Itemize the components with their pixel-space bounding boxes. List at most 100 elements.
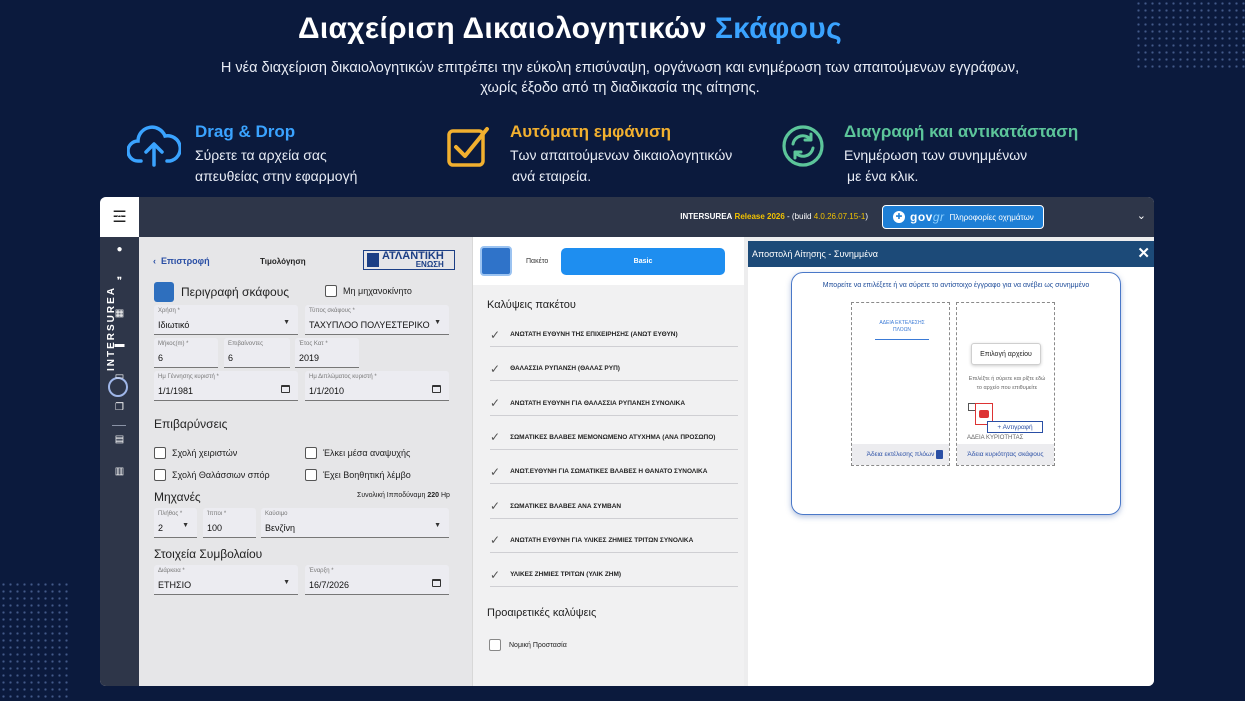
- top-bar: ☰ INTERSUREA Release 2026 - (build 4.0.2…: [100, 197, 1154, 237]
- field-label: Καύσιμο: [265, 511, 288, 517]
- non-motor-checkbox[interactable]: Μη μηχανοκίνητο: [325, 285, 412, 297]
- field-label: Ίπποι *: [207, 511, 227, 517]
- grid-icon[interactable]: ▦: [100, 308, 139, 319]
- length-field[interactable]: Μήκος(m) * 6: [154, 338, 218, 368]
- checkbox[interactable]: [305, 447, 317, 459]
- section-surcharges: Επιβαρύνσεις: [154, 417, 228, 431]
- coverage-label: ΑΝΩΤΑΤΗ ΕΥΘΥΝΗ ΓΙΑ ΘΑΛΑΣΣΙΑ ΡΥΠΑΝΣΗ ΣΥΝΟ…: [510, 399, 686, 407]
- feature-text: Σύρετε τα αρχεία σας: [195, 147, 327, 163]
- checkbox[interactable]: [489, 639, 501, 651]
- insurer-logo-mark: [367, 253, 379, 267]
- check-icon: ✓: [490, 567, 501, 582]
- tab-pricing[interactable]: Τιμολόγηση: [260, 257, 306, 266]
- document-card-sailing-license[interactable]: ΑΔΕΙΑ ΕΚΤΕΛΕΣΗΣ ΠΛΟΩΝ Άδεια εκτέλεσης πλ…: [851, 302, 950, 466]
- gov-vehicle-info-button[interactable]: ✚ govgr Πληροφορίες οχημάτων: [882, 205, 1044, 229]
- field-label: Επιβαίνοντες: [228, 341, 264, 347]
- delete-icon[interactable]: [936, 450, 943, 459]
- decor-dots-bottom-left: [0, 581, 70, 701]
- store-icon[interactable]: ▭: [100, 371, 139, 382]
- checkbox-label: Έχει Βοηθητική λέμβο: [323, 470, 411, 480]
- coverage-label: ΥΛΙΚΕΣ ΖΗΜΙΕΣ ΤΡΙΤΩΝ (ΥΛΙΚ ΖΗΜ): [510, 571, 622, 579]
- section-vessel-description: Περιγραφή σκάφους: [181, 285, 290, 299]
- modal-header: Αποστολή Αίτησης - Συνημμένα: [748, 241, 1154, 267]
- database-icon[interactable]: ▥: [100, 466, 139, 477]
- field-value: Ιδιωτικό: [158, 320, 190, 330]
- checkbox[interactable]: [325, 285, 337, 297]
- license-date[interactable]: Ημ Διπλώματος κυριστή * 1/1/2010: [305, 371, 449, 401]
- coverages-title: Καλύψεις πακέτου: [487, 299, 576, 311]
- home-icon[interactable]: ⌂: [100, 212, 139, 223]
- gov-logo: govgr: [910, 210, 945, 224]
- hero-title: Διαχείριση Δικαιολογητικών Σκάφους: [298, 12, 842, 45]
- insurer-logo: ΑΤΛΑΝΤΙΚΗ ΕΝΩΣΗ: [363, 250, 455, 270]
- copy-icon[interactable]: ❐: [100, 402, 139, 413]
- fuel-select[interactable]: Καύσιμο Βενζίνη ▼: [261, 508, 449, 538]
- surcharge-checkbox[interactable]: Σχολή χειριστών: [154, 447, 237, 459]
- file-icon[interactable]: ▤: [100, 434, 139, 445]
- passengers-field[interactable]: Επιβαίνοντες 6: [224, 338, 290, 368]
- checkbox-label: Σχολή Θαλάσσιων σπόρ: [172, 470, 270, 480]
- section-contract: Στοιχεία Συμβολαίου: [154, 547, 263, 561]
- back-link[interactable]: ‹ Επιστροφή: [153, 256, 210, 266]
- sidebar-divider: [112, 425, 126, 426]
- duration-select[interactable]: Διάρκεια * ΕΤΗΣΙΟ ▼: [154, 565, 298, 595]
- coverage-item: ✓ ΑΝΩΤ.ΕΥΘΥΝΗ ΓΙΑ ΣΩΜΑΤΙΚΕΣ ΒΛΑΒΕΣ Η ΘΑΝΑ…: [490, 460, 738, 485]
- usage-select[interactable]: Χρήση * Ιδιωτικό ▼: [154, 305, 298, 335]
- calendar-icon[interactable]: [432, 385, 441, 393]
- field-value: 1/1/2010: [309, 386, 345, 396]
- field-label: Πλήθος *: [158, 511, 183, 517]
- start-date[interactable]: Έναρξη * 16/7/2026: [305, 565, 449, 595]
- field-value: Βενζίνη: [265, 523, 295, 533]
- surcharge-checkbox[interactable]: Έχει Βοηθητική λέμβο: [305, 469, 411, 481]
- field-label: Χρήση *: [158, 308, 180, 314]
- attachments-modal: Αποστολή Αίτησης - Συνημμένα ✕ Μπορείτε …: [748, 241, 1154, 686]
- coverage-item: ✓ ΑΝΩΤΑΤΗ ΕΥΘΥΝΗ ΓΙΑ ΥΛΙΚΕΣ ΖΗΜΙΕΣ ΤΡΙΤΩΝ…: [490, 529, 738, 553]
- build-info: INTERSUREA Release 2026 - (build 4.0.26.…: [680, 212, 868, 221]
- total-horsepower: Συνολική Ιπποδύναμη 220 Hp: [357, 492, 450, 499]
- owner-birth-date[interactable]: Ημ Γέννησης κυριστή * 1/1/1981: [154, 371, 298, 401]
- chevron-down-icon[interactable]: ⌄: [1137, 209, 1146, 222]
- calendar-icon[interactable]: [432, 579, 441, 587]
- check-icon: ✓: [490, 464, 501, 479]
- vessel-type-select[interactable]: Τύπος σκάφους * ΤΑΧΥΠΛΟΟ ΠΟΛΥΕΣΤΕΡΙΚΟ ▼: [305, 305, 449, 335]
- coverage-item: ✓ ΑΝΩΤΑΤΗ ΕΥΘΥΝΗ ΓΙΑ ΘΑΛΑΣΣΙΑ ΡΥΠΑΝΣΗ ΣΥΝ…: [490, 392, 738, 416]
- cloud-upload-icon: [127, 122, 181, 170]
- feature-text: με ένα κλικ.: [847, 168, 919, 184]
- caret-down-icon: ▼: [434, 319, 441, 326]
- horsepower-field[interactable]: Ίπποι * 100: [203, 508, 256, 538]
- check-icon: ✓: [490, 396, 501, 411]
- year-field[interactable]: Έτος Κατ * 2019: [295, 338, 359, 368]
- engine-count-select[interactable]: Πλήθος * 2 ▼: [154, 508, 197, 538]
- choose-file-button[interactable]: Επιλογή αρχείου: [971, 343, 1041, 365]
- field-label: Τύπος σκάφους *: [309, 308, 355, 314]
- vessel-icon: [154, 282, 174, 302]
- checkbox[interactable]: [305, 469, 317, 481]
- check-icon: ✓: [490, 430, 501, 445]
- coverage-item: ✓ ΣΩΜΑΤΙΚΕΣ ΒΛΑΒΕΣ ΑΝΑ ΣΥΜΒΑΝ: [490, 495, 738, 519]
- drop-zone[interactable]: Μπορείτε να επιλέξετε ή να σύρετε το αντ…: [791, 272, 1121, 515]
- optional-coverage-item[interactable]: Νομική Προστασία: [489, 639, 567, 651]
- briefcase-icon[interactable]: ▬: [100, 339, 139, 350]
- checkbox-label: Σχολή χειριστών: [172, 448, 238, 458]
- surcharge-checkbox[interactable]: Έλκει μέσα αναψυχής: [305, 447, 410, 459]
- sidebar: INTERSUREA ⌂ ● ❞ ▦ ▬ ▭ ❐ ▤ ▥: [100, 212, 139, 686]
- field-value: 6: [158, 353, 164, 363]
- calendar-icon[interactable]: [281, 385, 290, 393]
- attached-document[interactable]: ΑΔΕΙΑ ΕΚΤΕΛΕΣΗΣ ΠΛΟΩΝ: [875, 320, 929, 340]
- feature-title: Διαγραφή και αντικατάσταση: [844, 122, 1079, 141]
- field-label: Μήκος(m) *: [158, 341, 189, 347]
- field-value: 100: [207, 523, 223, 533]
- package-select-button[interactable]: Basic: [561, 248, 725, 275]
- quote-icon[interactable]: ❞: [100, 276, 139, 287]
- feature-auto-display: Αυτόματη εμφάνιση Των απαιτούμενων δικαιο…: [442, 122, 732, 187]
- checkbox[interactable]: [154, 469, 166, 481]
- surcharge-checkbox[interactable]: Σχολή Θαλάσσιων σπόρ: [154, 469, 270, 481]
- feature-text: Ενημέρωση των συνημμένων: [844, 147, 1028, 163]
- close-icon[interactable]: ✕: [1137, 244, 1150, 262]
- checkbox[interactable]: [154, 447, 166, 459]
- field-value: 1/1/1981: [158, 386, 194, 396]
- field-value: 6: [228, 353, 234, 363]
- document-card-ownership[interactable]: Επιλογή αρχείου Επιλέξτε ή σύρετε και ρί…: [956, 302, 1055, 466]
- user-icon[interactable]: ●: [100, 244, 139, 255]
- package-panel: Πακέτο Basic Καλύψεις πακέτου ✓ ΑΝΩΤΑΤΗ Ε…: [472, 237, 744, 686]
